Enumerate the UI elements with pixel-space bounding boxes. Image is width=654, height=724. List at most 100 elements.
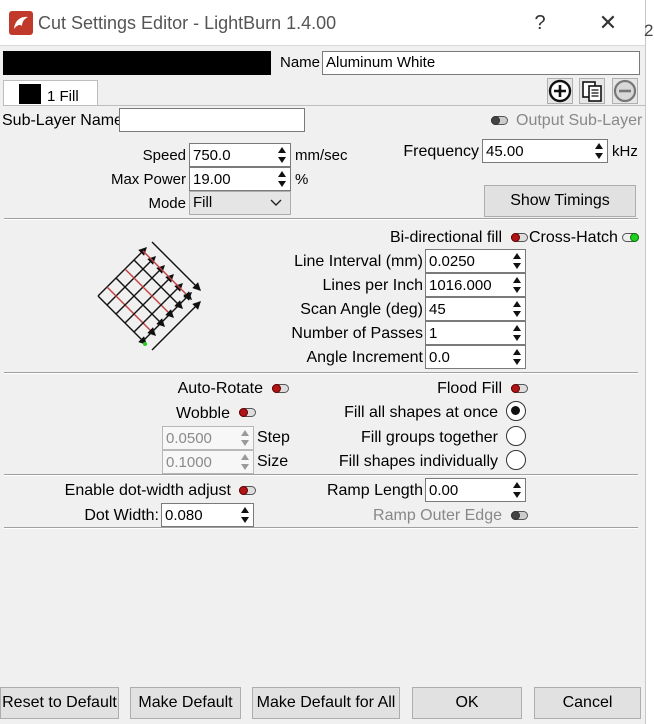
line-interval-spinbox[interactable]: 0.0250 <box>425 249 526 273</box>
mode-label: Mode <box>148 195 186 212</box>
help-button[interactable]: ? <box>525 10 555 36</box>
hatch-start-dot <box>143 342 147 346</box>
sublayer-name-input[interactable] <box>119 108 305 132</box>
hatch-line <box>106 286 156 336</box>
chevron-down-icon <box>270 199 282 206</box>
bidirectional-fill-label: Bi-directional fill <box>389 229 502 246</box>
hatch-line <box>151 301 201 351</box>
separator <box>4 373 638 374</box>
crosshatch-label: Cross-Hatch <box>529 229 618 246</box>
spin-arrows[interactable] <box>274 168 290 190</box>
flood-fill-toggle[interactable] <box>511 384 528 393</box>
lines-per-inch-spinbox[interactable]: 1016.000 <box>425 273 526 297</box>
dot-width-label: Dot Width: <box>84 507 159 524</box>
spin-arrows[interactable] <box>237 427 253 449</box>
hatch-line <box>106 256 156 306</box>
ramp-outer-edge-toggle[interactable] <box>511 511 528 520</box>
toggle-knob <box>630 233 639 242</box>
hatch-line <box>142 292 192 342</box>
ramp-length-value: 0.00 <box>429 482 459 499</box>
fill-all-label: Fill all shapes at once <box>344 404 498 421</box>
spin-arrows[interactable] <box>591 140 607 162</box>
angle-increment-label: Angle Increment <box>306 349 423 366</box>
ramp-length-spinbox[interactable]: 0.00 <box>425 478 526 502</box>
layer-color-swatch[interactable] <box>3 51 271 75</box>
hatch-line <box>133 283 183 333</box>
toggle-knob <box>272 384 281 393</box>
spin-arrows[interactable] <box>237 504 253 526</box>
separator <box>4 528 638 529</box>
max-power-spinbox[interactable]: 19.00 <box>189 167 291 191</box>
fill-all-radio[interactable] <box>506 401 526 421</box>
sublayer-name-label: Sub-Layer Name <box>2 112 123 129</box>
hatch-line <box>115 265 165 315</box>
output-sublayer-toggle[interactable] <box>491 116 508 125</box>
hatch-line <box>151 241 201 291</box>
bidirectional-fill-toggle[interactable] <box>511 233 528 242</box>
scan-angle-spinbox[interactable]: 45 <box>425 297 526 321</box>
make-default-for-all-button[interactable]: Make Default for All <box>252 687 400 719</box>
frequency-spinbox[interactable]: 45.00 <box>482 139 608 163</box>
spin-arrows[interactable] <box>509 298 525 320</box>
passes-spinbox[interactable]: 1 <box>425 321 526 345</box>
close-button[interactable]: ✕ <box>593 10 623 36</box>
fill-groups-label: Fill groups together <box>361 429 498 446</box>
fill-individually-radio[interactable] <box>506 450 526 470</box>
add-sublayer-icon[interactable] <box>547 78 573 104</box>
hatch-line <box>115 277 165 327</box>
hatch-line <box>124 274 174 324</box>
lines-per-inch-value: 1016.000 <box>429 277 492 294</box>
dot-width-adjust-label: Enable dot-width adjust <box>64 482 231 499</box>
toggle-knob <box>511 233 520 242</box>
angle-increment-spinbox[interactable]: 0.0 <box>425 345 526 369</box>
wobble-step-value: 0.0500 <box>166 430 212 447</box>
spin-arrows[interactable] <box>509 250 525 272</box>
ramp-length-label: Ramp Length <box>326 482 423 499</box>
line-interval-label: Line Interval (mm) <box>294 253 423 270</box>
speed-value: 750.0 <box>193 147 231 164</box>
speed-spinbox[interactable]: 750.0 <box>189 143 291 167</box>
name-label: Name <box>280 54 321 71</box>
fill-groups-radio[interactable] <box>506 426 526 446</box>
toggle-knob <box>239 408 248 417</box>
cancel-button[interactable]: Cancel <box>534 687 641 719</box>
fill-individually-label: Fill shapes individually <box>338 453 498 470</box>
reset-to-default-button[interactable]: Reset to Default <box>0 687 119 719</box>
window-edge <box>645 0 654 724</box>
spin-arrows[interactable] <box>509 274 525 296</box>
frequency-unit: kHz <box>612 143 638 160</box>
dot-width-adjust-toggle[interactable] <box>239 486 256 495</box>
make-default-button[interactable]: Make Default <box>130 687 241 719</box>
max-power-label: Max Power <box>110 171 186 188</box>
remove-sublayer-icon[interactable] <box>612 78 638 104</box>
wobble-step-spinbox[interactable]: 0.0500 <box>162 426 254 450</box>
lines-per-inch-label: Lines per Inch <box>322 277 423 294</box>
background-text: 20 <box>644 22 654 40</box>
hatch-line <box>97 295 147 345</box>
line-interval-value: 0.0250 <box>429 253 475 270</box>
spin-arrows[interactable] <box>509 346 525 368</box>
speed-unit: mm/sec <box>295 147 348 164</box>
spin-arrows[interactable] <box>237 451 253 473</box>
hatch-line <box>124 268 174 318</box>
speed-label: Speed <box>142 147 186 164</box>
wobble-size-value: 0.1000 <box>166 454 212 471</box>
auto-rotate-label: Auto-Rotate <box>177 380 263 397</box>
scan-angle-label: Scan Angle (deg) <box>300 301 423 318</box>
layer-name-input[interactable]: Aluminum White <box>322 51 640 75</box>
copy-sublayer-icon[interactable] <box>579 78 605 104</box>
spin-arrows[interactable] <box>274 144 290 166</box>
frequency-label: Frequency <box>403 143 479 160</box>
spin-arrows[interactable] <box>509 479 525 501</box>
wobble-size-spinbox[interactable]: 0.1000 <box>162 450 254 474</box>
tab-divider <box>3 105 645 106</box>
hatch-line <box>133 259 183 309</box>
spin-arrows[interactable] <box>509 322 525 344</box>
ok-button[interactable]: OK <box>412 687 522 719</box>
wobble-toggle[interactable] <box>239 408 256 417</box>
show-timings-button[interactable]: Show Timings <box>484 185 636 217</box>
crosshatch-toggle[interactable] <box>622 233 639 242</box>
dot-width-spinbox[interactable]: 0.080 <box>161 503 254 527</box>
passes-label: Number of Passes <box>291 325 423 342</box>
auto-rotate-toggle[interactable] <box>272 384 289 393</box>
